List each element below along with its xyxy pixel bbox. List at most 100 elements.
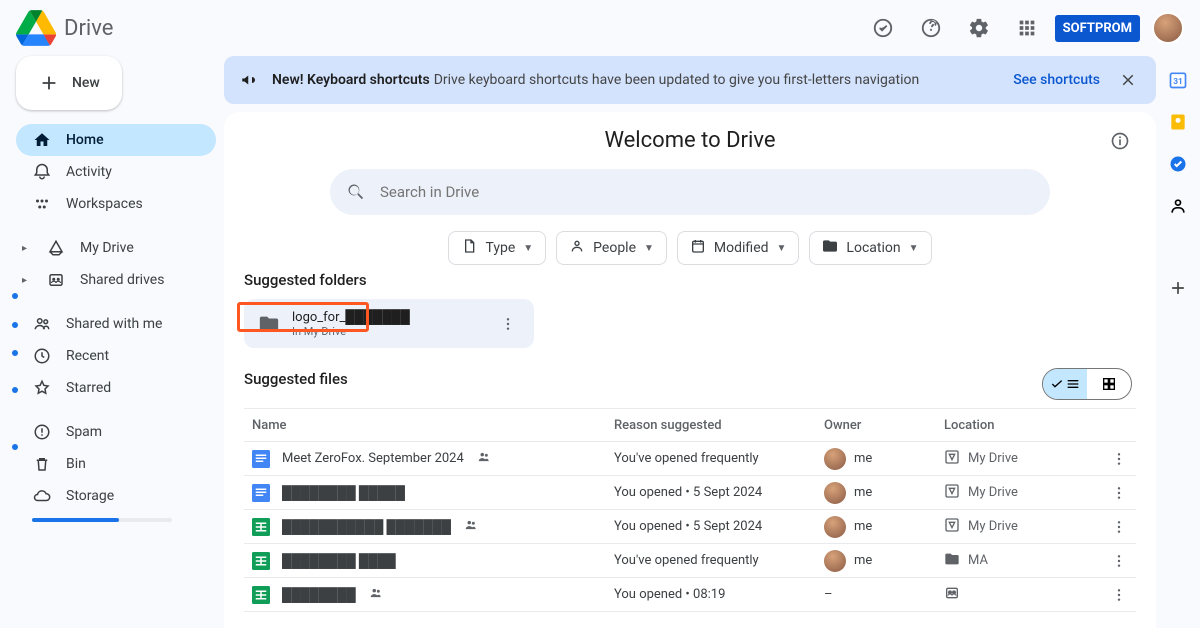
- clock-icon: [32, 347, 52, 365]
- sidebar-item-starred[interactable]: Starred: [16, 372, 216, 404]
- suggested-folders-label: Suggested folders: [224, 271, 1156, 289]
- table-row[interactable]: ████████You opened • 08:19–: [244, 578, 1136, 612]
- shared-icon: [476, 450, 492, 468]
- table-row[interactable]: ████████ █████You opened • 5 Sept 2024me…: [244, 476, 1136, 510]
- banner-link[interactable]: See shortcuts: [1013, 72, 1100, 88]
- chevron-down-icon: ▼: [523, 243, 533, 254]
- cell-reason: You opened • 5 Sept 2024: [614, 485, 824, 500]
- owner-avatar: [824, 516, 846, 538]
- chevron-down-icon: ▼: [909, 243, 919, 254]
- app-name: Drive: [64, 16, 113, 41]
- sidebar-item-label: Bin: [66, 456, 86, 472]
- sidebar-item-activity[interactable]: Activity: [16, 156, 216, 188]
- cell-reason: You opened • 5 Sept 2024: [614, 519, 824, 534]
- drive-logo-icon: [16, 8, 56, 48]
- shared-icon: [463, 518, 479, 536]
- storage-bar: [32, 518, 172, 522]
- logo-wrap[interactable]: Drive: [16, 8, 113, 48]
- col-name: Name: [244, 418, 614, 433]
- sidebar-item-label: Workspaces: [66, 196, 143, 212]
- new-button[interactable]: New: [16, 56, 122, 110]
- cell-location: My Drive: [944, 483, 1104, 503]
- tasks-app-icon[interactable]: [1166, 152, 1190, 176]
- sidebar-item-mydrive[interactable]: ▸ My Drive: [16, 232, 216, 264]
- cell-owner: –: [824, 587, 944, 602]
- search-input[interactable]: [380, 183, 1034, 201]
- user-avatar[interactable]: [1152, 12, 1184, 44]
- cell-owner: me: [824, 482, 944, 504]
- calendar-app-icon[interactable]: 31: [1166, 68, 1190, 92]
- chip-modified[interactable]: Modified▼: [677, 231, 800, 265]
- files-table: Name Reason suggested Owner Location Mee…: [224, 408, 1156, 612]
- star-icon: [32, 379, 52, 397]
- row-more-icon[interactable]: [1104, 553, 1134, 569]
- sidebar-item-home[interactable]: Home: [16, 124, 216, 156]
- sidebar-item-label: Shared with me: [66, 316, 162, 332]
- folder-outline-icon: [822, 238, 838, 258]
- home-icon: [32, 131, 52, 149]
- shared-folder-icon: [258, 313, 280, 335]
- bin-icon: [32, 455, 52, 473]
- search-box[interactable]: [330, 169, 1050, 215]
- apps-grid-icon[interactable]: [1007, 8, 1047, 48]
- cell-name: ███████████ ███████: [244, 518, 614, 536]
- row-more-icon[interactable]: [1104, 451, 1134, 467]
- plus-icon: [38, 72, 60, 94]
- sidebar: New Home Activity Workspaces ▸ My Drive …: [0, 56, 224, 530]
- shareddrive-icon: [46, 271, 66, 289]
- col-location: Location: [944, 418, 1104, 433]
- col-reason: Reason suggested: [614, 418, 824, 433]
- row-more-icon[interactable]: [1104, 519, 1134, 535]
- header: Drive SOFTPROM: [0, 0, 1200, 56]
- chevron-right-icon: ▸: [22, 243, 32, 254]
- cell-location: [944, 585, 1104, 605]
- row-more-icon[interactable]: [1104, 485, 1134, 501]
- new-button-label: New: [72, 75, 100, 91]
- folder-card[interactable]: logo_for_███████ In My Drive: [244, 299, 534, 348]
- table-row[interactable]: ████████ ████You've opened frequentlymeM…: [244, 544, 1136, 578]
- col-owner: Owner: [824, 418, 944, 433]
- info-banner: New! Keyboard shortcuts Drive keyboard s…: [224, 56, 1156, 104]
- brand-chip: SOFTPROM: [1055, 15, 1140, 42]
- folder-location: In My Drive: [292, 325, 410, 338]
- info-icon[interactable]: [1108, 129, 1132, 153]
- close-icon[interactable]: [1116, 68, 1140, 92]
- owner-avatar: [824, 482, 846, 504]
- chip-label: Type: [485, 240, 515, 256]
- cell-reason: You've opened frequently: [614, 451, 824, 466]
- ready-offline-icon[interactable]: [863, 8, 903, 48]
- sidebar-item-storage[interactable]: Storage: [16, 480, 216, 512]
- settings-gear-icon[interactable]: [959, 8, 999, 48]
- header-actions: SOFTPROM: [863, 8, 1184, 48]
- chip-type[interactable]: Type ▼: [448, 231, 546, 265]
- main: New! Keyboard shortcuts Drive keyboard s…: [224, 56, 1156, 628]
- grid-view-button[interactable]: [1087, 369, 1131, 399]
- keep-app-icon[interactable]: [1166, 110, 1190, 134]
- chip-people[interactable]: People▼: [556, 231, 667, 265]
- help-icon[interactable]: [911, 8, 951, 48]
- table-row[interactable]: ███████████ ███████You opened • 5 Sept 2…: [244, 510, 1136, 544]
- contacts-app-icon[interactable]: [1166, 194, 1190, 218]
- sidebar-item-spam[interactable]: Spam: [16, 416, 216, 448]
- people-icon: [32, 315, 52, 333]
- cell-location: My Drive: [944, 517, 1104, 537]
- cloud-icon: [32, 487, 52, 505]
- chip-location[interactable]: Location ▼: [809, 231, 931, 265]
- sidebar-item-sharedwithme[interactable]: Shared with me: [16, 308, 216, 340]
- sidebar-item-bin[interactable]: Bin: [16, 448, 216, 480]
- cell-location: MA: [944, 551, 1104, 571]
- spam-icon: [32, 423, 52, 441]
- more-icon[interactable]: [496, 316, 520, 332]
- chip-label: Location: [846, 240, 900, 256]
- list-view-button[interactable]: [1043, 369, 1087, 399]
- sidebar-item-recent[interactable]: Recent: [16, 340, 216, 372]
- chevron-right-icon: ▸: [22, 275, 32, 286]
- banner-title: New! Keyboard shortcuts: [272, 72, 430, 88]
- sidebar-item-workspaces[interactable]: Workspaces: [16, 188, 216, 220]
- activity-icon: [32, 163, 52, 181]
- megaphone-icon: [240, 71, 260, 89]
- sidebar-item-shareddrives[interactable]: ▸ Shared drives: [16, 264, 216, 296]
- add-app-icon[interactable]: [1166, 276, 1190, 300]
- row-more-icon[interactable]: [1104, 587, 1134, 603]
- table-row[interactable]: Meet ZeroFox. September 2024You've opene…: [244, 442, 1136, 476]
